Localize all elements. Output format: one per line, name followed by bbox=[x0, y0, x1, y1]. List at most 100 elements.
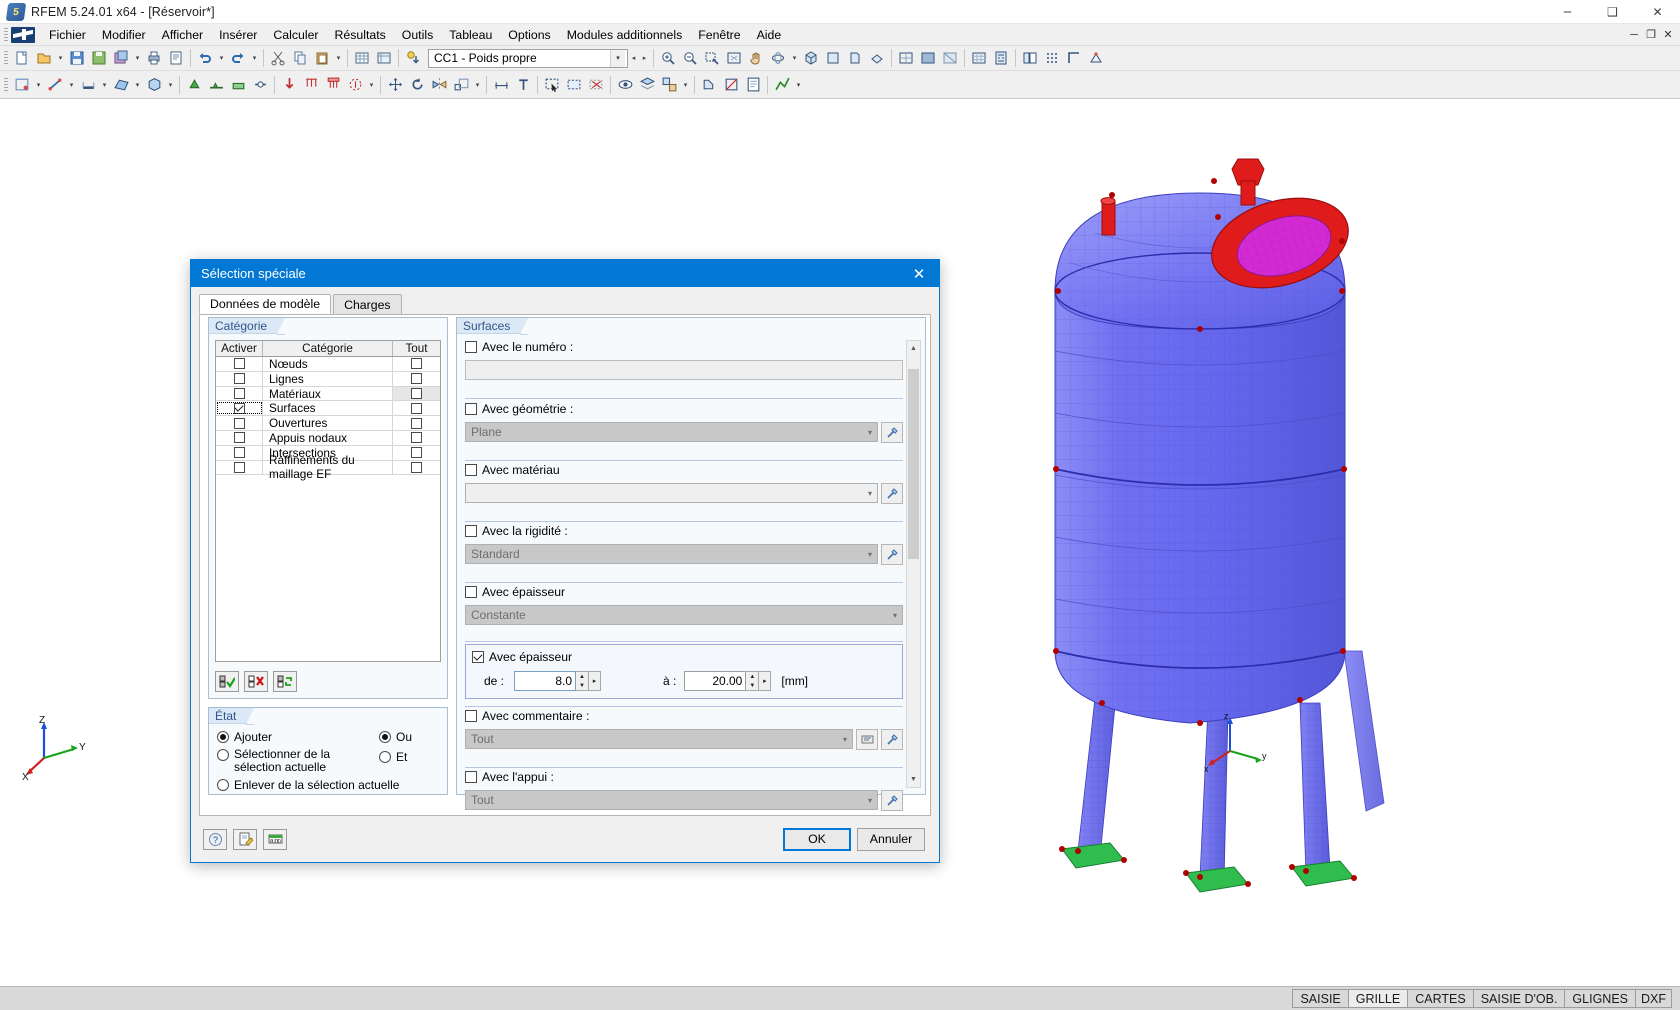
render-transparent-icon[interactable] bbox=[939, 48, 961, 69]
view-iso-icon[interactable] bbox=[800, 48, 822, 69]
thickness-to-stepper[interactable]: 20.00 ▲▼ ▸ bbox=[684, 671, 771, 691]
with-stiffness-combo[interactable]: Standard ▾ bbox=[465, 544, 878, 564]
row-tout-checkbox[interactable] bbox=[393, 401, 440, 415]
scrollbar-thumb[interactable] bbox=[908, 369, 919, 559]
tank-model-3d[interactable]: z y x bbox=[1000, 151, 1470, 911]
menu-fichier[interactable]: Fichier bbox=[41, 25, 94, 45]
row-tout-checkbox[interactable] bbox=[393, 416, 440, 430]
line-create-icon[interactable] bbox=[44, 74, 66, 95]
row-tout-checkbox[interactable] bbox=[393, 446, 440, 460]
ok-button[interactable]: OK bbox=[783, 828, 851, 851]
node-create-icon[interactable] bbox=[11, 74, 33, 95]
new-load-case-icon[interactable] bbox=[402, 48, 424, 69]
radio-enlever[interactable]: Enlever de la sélection actuelle bbox=[217, 778, 441, 792]
status-dxf[interactable]: DXF bbox=[1635, 989, 1672, 1008]
nodal-support-icon[interactable] bbox=[183, 74, 205, 95]
member-create-icon[interactable] bbox=[77, 74, 99, 95]
viewport[interactable]: Z Y X bbox=[0, 101, 1680, 971]
menu-modules-additionnels[interactable]: Modules additionnels bbox=[559, 25, 691, 45]
radio-selectionner[interactable]: Sélectionner de la sélection actuelle bbox=[217, 748, 379, 774]
redo-dropdown-icon[interactable]: ▾ bbox=[249, 48, 260, 69]
load-dropdown-icon[interactable]: ▾ bbox=[366, 74, 377, 95]
with-geometry-pick-button[interactable] bbox=[881, 422, 903, 443]
calculate-icon[interactable] bbox=[990, 48, 1012, 69]
hinge-icon[interactable] bbox=[249, 74, 271, 95]
surface-load-icon[interactable] bbox=[322, 74, 344, 95]
status-saisie-dob[interactable]: SAISIE D'OB. bbox=[1473, 989, 1566, 1008]
print-report-icon[interactable] bbox=[165, 48, 187, 69]
with-material-combo[interactable]: ▾ bbox=[465, 483, 878, 503]
menu-grip[interactable] bbox=[4, 28, 8, 42]
minimize-button[interactable]: ─ bbox=[1545, 0, 1590, 24]
save-all-icon[interactable] bbox=[110, 48, 132, 69]
display-nav-icon[interactable] bbox=[1019, 48, 1041, 69]
open-file-dropdown-icon[interactable]: ▾ bbox=[55, 48, 66, 69]
surfaces-scrollbar[interactable]: ▲ ▼ bbox=[906, 340, 921, 788]
render-wire-icon[interactable] bbox=[895, 48, 917, 69]
with-comment-combo[interactable]: Tout ▾ bbox=[465, 729, 853, 749]
grid-table-icon[interactable] bbox=[373, 48, 395, 69]
solid-dropdown-icon[interactable]: ▾ bbox=[165, 74, 176, 95]
undo-dropdown-icon[interactable]: ▾ bbox=[216, 48, 227, 69]
with-thickness-range-checkbox[interactable]: Avec épaisseur bbox=[472, 650, 896, 664]
move-icon[interactable] bbox=[384, 74, 406, 95]
zoom-window-icon[interactable] bbox=[701, 48, 723, 69]
printout-icon[interactable] bbox=[742, 74, 764, 95]
line-dropdown-icon[interactable]: ▾ bbox=[66, 74, 77, 95]
with-comment-browse-button[interactable] bbox=[856, 729, 878, 750]
cancel-button[interactable]: Annuler bbox=[857, 828, 925, 851]
table-row[interactable]: Lignes bbox=[216, 372, 440, 387]
mirror-icon[interactable] bbox=[428, 74, 450, 95]
save-template-icon[interactable] bbox=[88, 48, 110, 69]
open-file-icon[interactable] bbox=[33, 48, 55, 69]
help-button[interactable]: ? bbox=[203, 829, 227, 850]
table-row[interactable]: Ouvertures bbox=[216, 416, 440, 431]
new-file-icon[interactable] bbox=[11, 48, 33, 69]
maximize-button[interactable]: ❑ bbox=[1590, 0, 1635, 24]
status-glignes[interactable]: GLIGNES bbox=[1564, 989, 1636, 1008]
row-activer-checkbox[interactable] bbox=[216, 372, 263, 386]
scroll-down-icon[interactable]: ▼ bbox=[907, 772, 920, 787]
status-saisie[interactable]: SAISIE bbox=[1292, 989, 1348, 1008]
zoom-out-icon[interactable] bbox=[679, 48, 701, 69]
units-button[interactable]: 0,00 bbox=[263, 829, 287, 850]
view-side-icon[interactable] bbox=[844, 48, 866, 69]
with-comment-pick-button[interactable] bbox=[881, 729, 903, 750]
rotate-object-icon[interactable] bbox=[406, 74, 428, 95]
rotate-icon[interactable] bbox=[767, 48, 789, 69]
copy-icon[interactable] bbox=[289, 48, 311, 69]
menu-tableau[interactable]: Tableau bbox=[441, 25, 500, 45]
mdi-minimize-button[interactable]: ─ bbox=[1626, 27, 1642, 43]
undo-icon[interactable] bbox=[194, 48, 216, 69]
load-case-next-icon[interactable]: ▸ bbox=[639, 48, 650, 69]
with-number-input[interactable] bbox=[465, 360, 903, 380]
clipping-icon[interactable] bbox=[720, 74, 742, 95]
row-activer-checkbox[interactable] bbox=[216, 416, 263, 430]
row-tout-checkbox[interactable] bbox=[393, 372, 440, 386]
menu-resultats[interactable]: Résultats bbox=[327, 25, 394, 45]
save-dropdown-icon[interactable]: ▾ bbox=[132, 48, 143, 69]
menu-inserer[interactable]: Insérer bbox=[211, 25, 265, 45]
categorie-table[interactable]: Activer Catégorie Tout Nœuds Lignes bbox=[215, 340, 441, 662]
layers-icon[interactable] bbox=[636, 74, 658, 95]
with-thickness-type-checkbox[interactable]: Avec épaisseur bbox=[465, 585, 903, 599]
status-grille[interactable]: GRILLE bbox=[1348, 989, 1408, 1008]
surface-support-icon[interactable] bbox=[227, 74, 249, 95]
paste-icon[interactable] bbox=[311, 48, 333, 69]
chevron-down-icon[interactable]: ▾ bbox=[610, 50, 625, 67]
menu-fenetre[interactable]: Fenêtre bbox=[690, 25, 748, 45]
visibility-icon[interactable] bbox=[614, 74, 636, 95]
status-cartes[interactable]: CARTES bbox=[1407, 989, 1473, 1008]
edit-note-button[interactable] bbox=[233, 829, 257, 850]
paste-dropdown-icon[interactable]: ▾ bbox=[333, 48, 344, 69]
line-support-icon[interactable] bbox=[205, 74, 227, 95]
node-dropdown-icon[interactable]: ▾ bbox=[33, 74, 44, 95]
table-row[interactable]: Appuis nodaux bbox=[216, 431, 440, 446]
special-selection-dialog[interactable]: Sélection spéciale ✕ Données de modèle C… bbox=[190, 259, 940, 863]
close-button[interactable]: ✕ bbox=[1635, 0, 1680, 24]
results-dropdown-icon[interactable]: ▾ bbox=[793, 74, 804, 95]
menu-aide[interactable]: Aide bbox=[749, 25, 790, 45]
with-material-pick-button[interactable] bbox=[881, 483, 903, 504]
table-row-selected[interactable]: Surfaces bbox=[216, 401, 440, 416]
menu-calculer[interactable]: Calculer bbox=[265, 25, 326, 45]
